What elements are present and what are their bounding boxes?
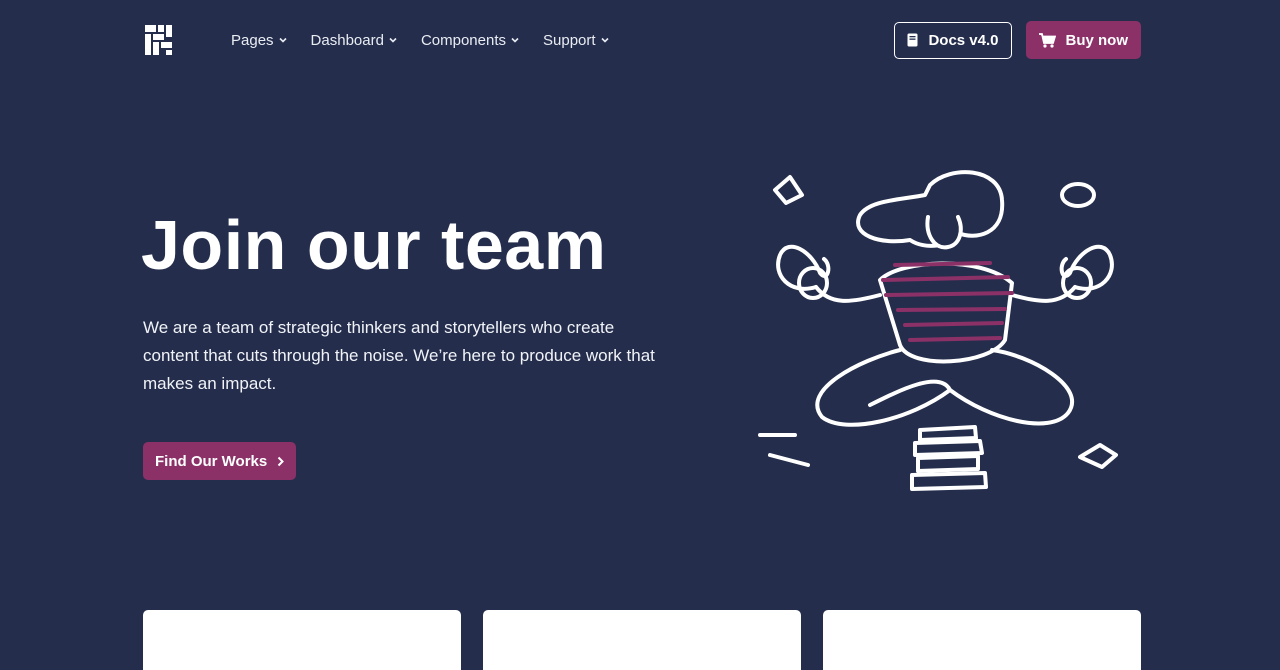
buy-now-button[interactable]: Buy now [1025, 21, 1141, 59]
chevron-down-icon [389, 37, 397, 43]
nav-item-dashboard[interactable]: Dashboard [311, 32, 397, 49]
chevron-down-icon [278, 37, 287, 43]
logo-icon[interactable] [143, 21, 175, 59]
nav-item-label: Dashboard [310, 31, 384, 49]
nav-item-label: Pages [231, 31, 274, 49]
nav-item-pages[interactable]: Pages [231, 32, 287, 49]
nav-item-support[interactable]: Support [543, 32, 609, 49]
find-our-works-label: Find Our Works [155, 452, 268, 470]
hero-description: We are a team of strategic thinkers and … [143, 318, 655, 393]
hero-title: Join our team [141, 206, 607, 284]
docs-button[interactable]: Docs v4.0 [894, 21, 1012, 59]
chevron-down-icon [600, 37, 609, 43]
docs-button-label: Docs v4.0 [928, 31, 999, 49]
buy-now-label: Buy now [1065, 31, 1129, 49]
cart-icon [1038, 32, 1056, 48]
team-card [143, 610, 461, 670]
find-our-works-button[interactable]: Find Our Works [143, 442, 297, 480]
navbar: Pages Dashboard Components Support Docs … [143, 20, 1141, 60]
team-card [483, 610, 801, 670]
nav-item-components[interactable]: Components [421, 32, 519, 49]
team-card [823, 610, 1141, 670]
meditation-illustration [758, 170, 1118, 491]
book-icon [907, 33, 918, 47]
nav-actions: Docs v4.0 Buy now [894, 21, 1141, 59]
chevron-right-icon [278, 456, 285, 466]
chevron-down-icon [511, 37, 519, 43]
nav-item-label: Support [543, 31, 596, 49]
nav-links: Pages Dashboard Components Support [231, 32, 633, 49]
nav-item-label: Components [420, 31, 506, 49]
